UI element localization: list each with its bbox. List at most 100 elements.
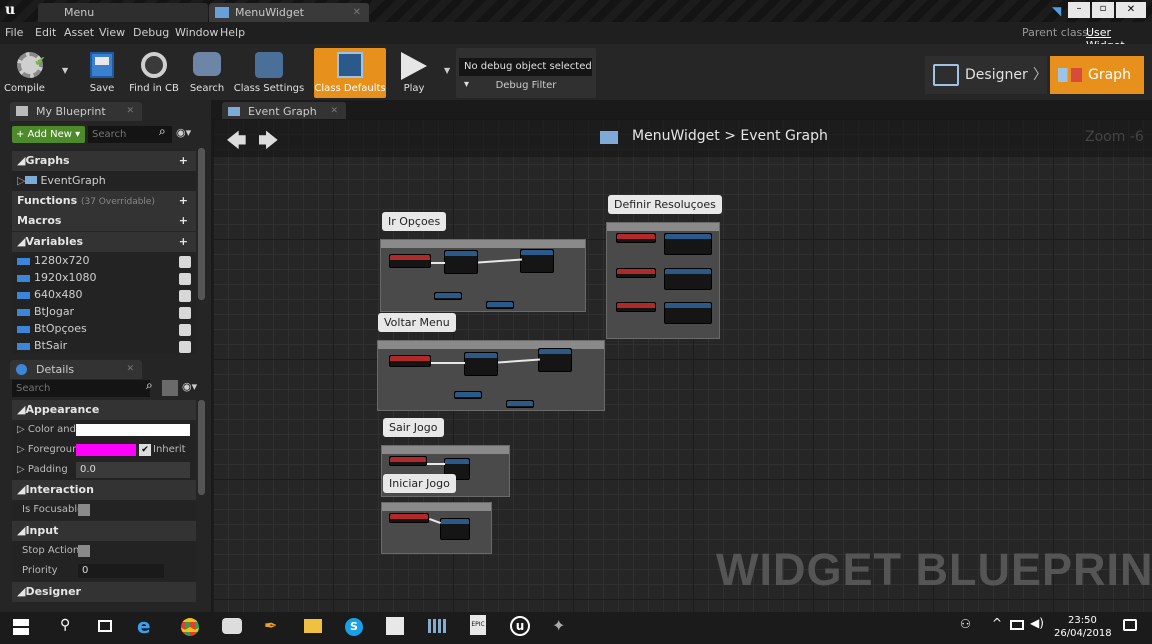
tab-menu[interactable]: Menu [38,3,208,22]
graph-node[interactable] [616,233,656,243]
clock-time[interactable]: 23:50 [1068,615,1097,626]
variable-item[interactable]: 1280x720 [12,252,196,269]
people-icon[interactable]: ⚇ [960,617,971,631]
is-focusable-checkbox[interactable] [78,504,90,516]
designer-section[interactable]: ◢Designer [12,582,196,602]
tab-details[interactable]: Details ✕ [10,360,142,379]
network-icon[interactable] [1010,620,1024,630]
variable-item[interactable]: BtJogar [12,303,196,320]
details-search-input[interactable] [12,380,150,397]
menu-file[interactable]: File [5,26,23,39]
comment-bubble-definir-resolucoes[interactable]: Definir Resoluçoes [608,195,722,214]
tray-chevron-icon[interactable]: ^ [992,616,1002,630]
graph-node[interactable] [538,348,572,372]
eye-icon[interactable] [179,307,191,319]
close-tab-icon[interactable]: ✕ [126,102,134,121]
color-swatch[interactable] [76,424,190,436]
eye-icon[interactable] [179,324,191,336]
my-blueprint-scrollbar[interactable] [198,148,205,300]
unreal-logo-icon[interactable]: u [5,2,15,18]
add-macro-icon[interactable]: + [179,211,188,231]
comment-bubble-sair-jogo[interactable]: Sair Jogo [383,418,444,437]
play-options-icon[interactable]: ▼ [444,66,450,75]
debug-object-select[interactable]: No debug object selected ▾ [459,58,592,90]
graph-node[interactable] [664,268,712,290]
variables-section[interactable]: ◢Variables + [12,232,196,252]
graph-node[interactable] [389,355,431,367]
class-defaults-button[interactable]: Class Defaults [314,48,386,98]
eye-icon[interactable] [179,273,191,285]
task-view-icon[interactable] [98,620,112,632]
graph-node[interactable] [444,250,478,274]
close-tab-icon[interactable]: ✕ [353,3,361,22]
event-graph-canvas[interactable] [213,119,1152,612]
comment-bubble-voltar-menu[interactable]: Voltar Menu [378,313,456,332]
interaction-section[interactable]: ◢Interaction [12,480,196,500]
compile-options-icon[interactable]: ▼ [62,66,68,75]
variable-item[interactable]: BtOpçoes [12,320,196,337]
windows-start-icon[interactable] [13,619,29,635]
forward-arrow-icon[interactable]: 🡆 [258,126,279,160]
menu-help[interactable]: Help [220,26,245,39]
graph-node[interactable] [389,513,429,523]
breadcrumb-root[interactable]: MenuWidget [632,128,720,144]
chrome-icon[interactable] [181,618,199,636]
priority-input[interactable]: 0 [78,564,164,578]
menu-asset[interactable]: Asset [64,26,94,39]
visibility-options-icon[interactable]: ◉▾ [182,380,197,393]
event-graph-item[interactable]: ▷ EventGraph [12,171,196,191]
file-explorer-icon[interactable] [304,619,322,633]
close-tab-icon[interactable]: ✕ [126,360,134,379]
graph-node[interactable] [389,456,427,466]
graph-mode-button[interactable]: Graph [1050,56,1144,94]
blender-icon[interactable]: ✒ [264,616,277,635]
macros-section[interactable]: Macros + [12,211,196,231]
epic-games-icon[interactable]: EPIC [470,615,486,635]
add-new-button[interactable]: + Add New ▾ [12,126,85,143]
graph-node[interactable] [616,302,656,312]
comment-box-iniciar-jogo[interactable] [381,502,492,554]
maximize-button[interactable]: ▫ [1092,2,1114,18]
comment-box-ir-opcoes[interactable] [380,239,586,312]
add-graph-icon[interactable]: + [179,151,188,171]
padding-input[interactable]: 0.0 [76,462,190,478]
tab-my-blueprint[interactable]: My Blueprint ✕ [10,102,142,121]
graph-node[interactable] [616,268,656,278]
store-icon[interactable] [386,617,404,635]
visibility-options-icon[interactable]: ◉▾ [176,126,191,139]
skype-icon[interactable]: S [345,618,363,636]
foreground-color-swatch[interactable] [76,444,136,456]
search-button[interactable]: Search [186,48,228,98]
edge-icon[interactable]: e [137,614,151,638]
menu-debug[interactable]: Debug [133,26,169,39]
comment-bubble-ir-opcoes[interactable]: Ir Opçoes [382,212,447,231]
graph-node[interactable] [506,400,534,408]
graph-node[interactable] [434,292,462,300]
graph-node[interactable] [440,518,470,540]
steam-icon[interactable] [222,618,242,634]
compile-button[interactable]: ✔ Compile [2,48,58,98]
eye-icon[interactable] [179,256,191,268]
variable-item[interactable]: 1920x1080 [12,269,196,286]
add-function-icon[interactable]: + [179,191,188,211]
designer-mode-button[interactable]: Designer 〉 [925,56,1047,94]
search-icon[interactable]: ⚲ [60,617,70,633]
appearance-section[interactable]: ◢Appearance [12,400,196,420]
breadcrumb-leaf[interactable]: Event Graph [740,128,828,144]
minimize-button[interactable]: – [1068,2,1090,18]
comment-bubble-iniciar-jogo[interactable]: Iniciar Jogo [383,474,456,493]
class-settings-button[interactable]: Class Settings [232,48,306,98]
tab-menuwidget[interactable]: MenuWidget ✕ [209,3,369,22]
menu-edit[interactable]: Edit [35,26,56,39]
inherit-checkbox[interactable]: ✔ [139,444,151,456]
graph-node[interactable] [486,301,514,309]
variable-item[interactable]: 640x480 [12,286,196,303]
details-scrollbar[interactable] [198,400,205,495]
menu-window[interactable]: Window [175,26,218,39]
volume-icon[interactable]: ◀) [1030,616,1044,630]
tool-icon[interactable]: ✦ [552,616,565,635]
graph-node[interactable] [664,233,712,255]
graph-node[interactable] [664,302,712,324]
clock-date[interactable]: 26/04/2018 [1054,628,1112,639]
close-button[interactable]: ✕ [1116,2,1146,18]
